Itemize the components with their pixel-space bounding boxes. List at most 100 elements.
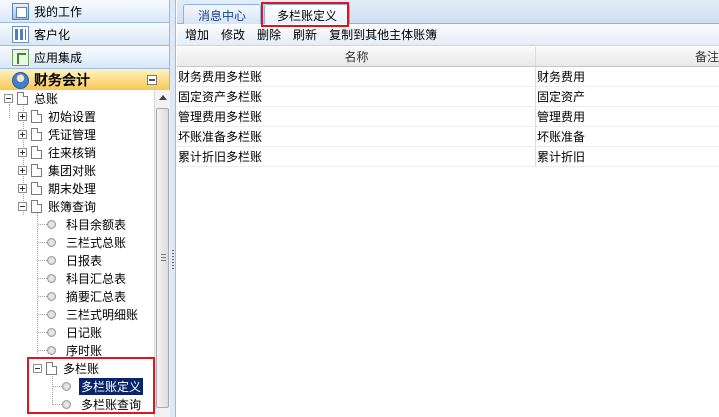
table-row[interactable]: 管理费用多栏账 管理费用 — [177, 107, 719, 127]
tree-node-general-ledger[interactable]: 总账 — [4, 90, 60, 107]
collapse-icon[interactable] — [33, 364, 42, 373]
column-header-remark[interactable]: 备注 — [536, 47, 719, 66]
tree-leaf[interactable]: 日报表 — [47, 252, 104, 269]
tree-node-voucher-management[interactable]: 凭证管理 — [18, 126, 98, 143]
nav-financial-accounting[interactable]: 财务会计 — [0, 69, 169, 92]
tab-label: 多栏账定义 — [276, 8, 337, 23]
nav-label: 客户化 — [34, 27, 71, 42]
tree-node-label: 多栏账 — [63, 362, 100, 376]
tree-node-group-reconciliation[interactable]: 集团对账 — [18, 162, 98, 179]
work-icon — [12, 2, 29, 20]
leaf-icon — [47, 220, 56, 229]
tree-node-reconciliation[interactable]: 往来核销 — [18, 144, 98, 161]
grip-icon — [172, 250, 174, 270]
tree-node-label: 集团对账 — [48, 164, 97, 178]
tree-leaf[interactable]: 科目汇总表 — [47, 270, 128, 287]
document-icon — [31, 164, 42, 177]
leaf-icon — [47, 310, 56, 319]
refresh-button[interactable]: 刷新 — [293, 26, 317, 43]
document-icon — [31, 200, 42, 213]
tree-leaf-label: 日报表 — [66, 254, 103, 268]
panel-splitter[interactable] — [170, 0, 176, 417]
tree-node-period-end[interactable]: 期末处理 — [18, 180, 98, 197]
expand-icon[interactable] — [18, 184, 27, 193]
expand-icon[interactable] — [18, 112, 27, 121]
scroll-thumb[interactable] — [156, 108, 169, 408]
table-row[interactable]: 坏账准备多栏账 坏账准备 — [177, 127, 719, 147]
cell-remark: 管理费用 — [537, 110, 586, 124]
nav-label: 应用集成 — [34, 50, 83, 65]
tree-leaf-multi-column-definition[interactable]: 多栏账定义 — [62, 378, 144, 395]
tab-strip: 消息中心 多栏账定义 — [177, 0, 719, 25]
cell-name: 财务费用多栏账 — [177, 67, 536, 86]
tree-leaf-label: 三栏式明细账 — [66, 308, 139, 322]
cell-remark: 累计折旧 — [537, 150, 586, 164]
delete-button[interactable]: 删除 — [257, 26, 281, 43]
ledger-grid: 名称 备注 财务费用多栏账 财务费用 固定资产多栏账 固定资产 管理费用多栏账 … — [177, 47, 719, 167]
column-header-name[interactable]: 名称 — [177, 47, 536, 66]
collapse-icon[interactable] — [18, 202, 27, 211]
leaf-icon — [47, 238, 56, 247]
nav-app-integration[interactable]: 应用集成 — [0, 46, 169, 69]
collapse-icon[interactable] — [147, 75, 157, 85]
main-panel: 消息中心 多栏账定义 增加 修改 删除 刷新 复制到其他主体账簿 名称 备注 财… — [177, 0, 719, 417]
expand-icon[interactable] — [18, 166, 27, 175]
expand-icon[interactable] — [18, 130, 27, 139]
add-button[interactable]: 增加 — [185, 26, 209, 43]
customize-icon — [12, 25, 29, 43]
copy-to-other-books-button[interactable]: 复制到其他主体账簿 — [329, 26, 437, 43]
tab-message-center[interactable]: 消息中心 — [183, 4, 261, 25]
tree-leaf[interactable]: 摘要汇总表 — [47, 288, 128, 305]
tree-node-ledger-query[interactable]: 账簿查询 — [18, 198, 98, 215]
grid-header: 名称 备注 — [177, 47, 719, 67]
integration-icon — [12, 48, 29, 66]
tree-leaf-label: 日记账 — [66, 326, 103, 340]
tree-leaf-multi-column-query[interactable]: 多栏账查询 — [62, 396, 143, 413]
tree-leaf[interactable]: 三栏式总账 — [47, 234, 128, 251]
tree-node-multi-column-ledger[interactable]: 多栏账 — [33, 360, 101, 377]
leaf-icon — [62, 382, 71, 391]
tree-leaf[interactable]: 序时账 — [47, 342, 104, 359]
table-row[interactable]: 财务费用多栏账 财务费用 — [177, 67, 719, 87]
cell-name: 累计折旧多栏账 — [177, 147, 536, 166]
cell-remark: 财务费用 — [537, 70, 586, 84]
tree-node-label: 初始设置 — [48, 110, 97, 124]
tree-scrollbar[interactable] — [154, 90, 170, 417]
finance-icon — [12, 71, 29, 89]
tree-leaf[interactable]: 三栏式明细账 — [47, 306, 140, 323]
table-row[interactable]: 累计折旧多栏账 累计折旧 — [177, 147, 719, 167]
nav-label: 财务会计 — [34, 73, 90, 89]
tab-label: 消息中心 — [197, 8, 246, 23]
tree-node-label: 凭证管理 — [48, 128, 97, 142]
tree-node-label: 期末处理 — [48, 182, 97, 196]
tree-leaf-label: 序时账 — [66, 344, 103, 358]
tree-leaf-label: 多栏账查询 — [81, 398, 142, 412]
tree-node-initial-setup[interactable]: 初始设置 — [18, 108, 98, 125]
tree-leaf-label: 科目余额表 — [66, 218, 127, 232]
leaf-icon — [47, 274, 56, 283]
nav-my-work[interactable]: 我的工作 — [0, 0, 169, 23]
tree-leaf-label: 科目汇总表 — [66, 272, 127, 286]
tree-node-label: 账簿查询 — [48, 200, 97, 214]
tree-leaf[interactable]: 日记账 — [47, 324, 104, 341]
nav-label: 我的工作 — [34, 4, 83, 19]
scroll-up-icon[interactable] — [159, 95, 167, 100]
document-icon — [31, 128, 42, 141]
leaf-icon — [47, 256, 56, 265]
tab-multi-column-definition[interactable]: 多栏账定义 — [264, 4, 350, 25]
tree-leaf-label: 多栏账定义 — [79, 378, 144, 395]
tree-leaf[interactable]: 科目余额表 — [47, 216, 128, 233]
cell-remark: 坏账准备 — [537, 130, 586, 144]
collapse-icon[interactable] — [4, 94, 13, 103]
leaf-icon — [62, 400, 71, 409]
table-row[interactable]: 固定资产多栏账 固定资产 — [177, 87, 719, 107]
toolbar: 增加 修改 删除 刷新 复制到其他主体账簿 — [177, 24, 719, 46]
expand-icon[interactable] — [18, 148, 27, 157]
grip-icon — [161, 254, 166, 262]
leaf-icon — [47, 346, 56, 355]
document-icon — [17, 92, 28, 105]
cell-name: 管理费用多栏账 — [177, 107, 536, 126]
nav-customize[interactable]: 客户化 — [0, 23, 169, 46]
document-icon — [31, 110, 42, 123]
edit-button[interactable]: 修改 — [221, 26, 245, 43]
